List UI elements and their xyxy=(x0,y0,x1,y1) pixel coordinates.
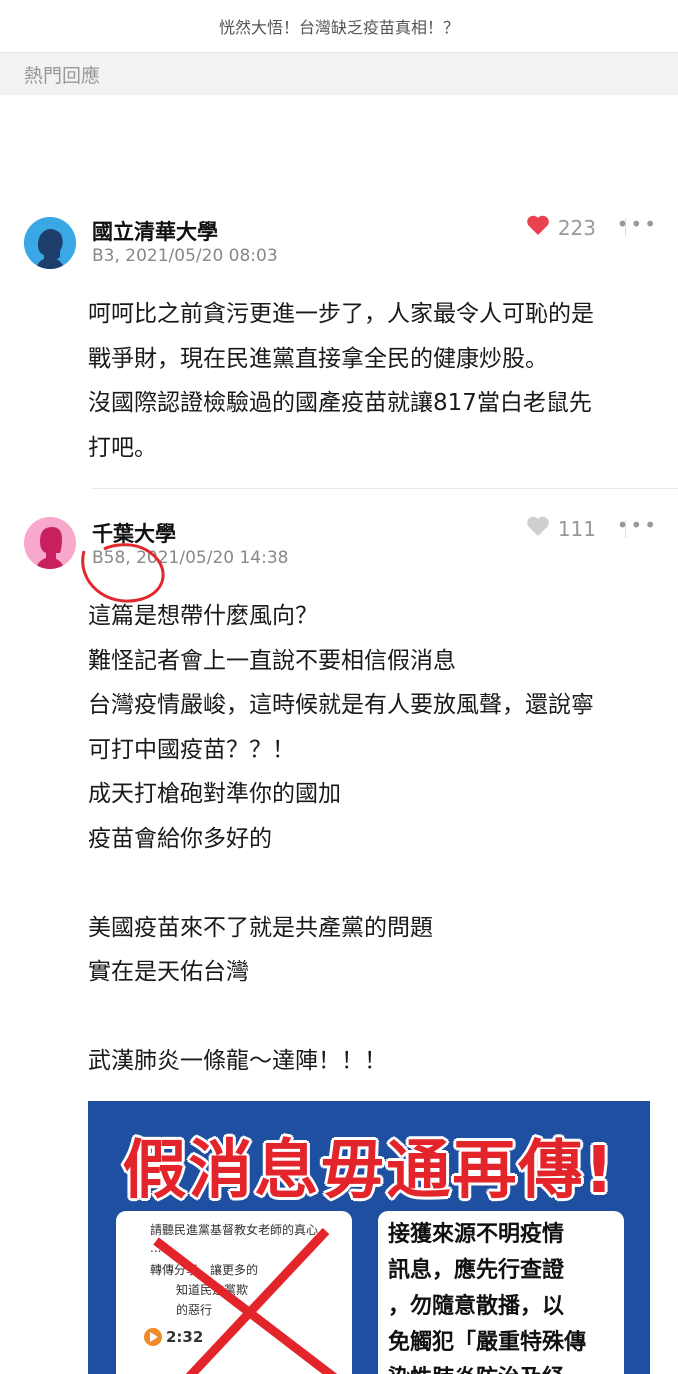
more-options-icon[interactable]: ••• xyxy=(617,212,658,236)
post-line: 美國疫苗來不了就是共產黨的問題 xyxy=(88,914,433,941)
more-options-icon[interactable]: ••• xyxy=(617,513,658,537)
page-header: 恍然大悟！台灣缺乏疫苗真相！？ xyxy=(0,0,678,52)
post-meta: B3, 2021/05/20 08:03 xyxy=(92,246,278,266)
notice-line: 訊息，應先行查證 xyxy=(388,1258,565,1283)
post-line: 成天打槍砲對準你的國加 xyxy=(88,781,341,807)
post-line: 這篇是想帶什麼風向？ xyxy=(88,603,318,629)
notice-line: ，勿隨意散播，以 xyxy=(388,1294,565,1319)
page-title: 恍然大悟！台灣缺乏疫苗真相！？ xyxy=(218,18,459,37)
notice-line: 免觸犯「嚴重特殊傳 xyxy=(388,1330,587,1355)
post-body: 這篇是想帶什麼風向？ 難怪記者會上一直說不要相信假消息 台灣疫情嚴峻，這時候就是… xyxy=(88,594,648,1084)
post-line: 實在是天佑台灣 xyxy=(88,959,249,985)
post-line xyxy=(88,995,648,1040)
post-line: 武漢肺炎一條龍～達陣！！！ xyxy=(88,1048,387,1074)
post-image[interactable]: 假消息毋通再傳! 請聽民進黨基督教女老師的真心 ...... 轉傳分享，讓更多的… xyxy=(88,1101,650,1374)
notice-box: 接獲來源不明疫情 訊息，應先行查證 ，勿隨意散播，以 免觸犯「嚴重特殊傳 染性肺… xyxy=(378,1211,624,1374)
section-label: 熱門回應 xyxy=(24,64,101,87)
post-line: 打吧。 xyxy=(88,434,157,461)
like-count: 223 xyxy=(557,215,596,240)
post-line: 可打中國疫苗？？！ xyxy=(88,736,295,763)
post-line: 戰爭財，現在民進黨直接拿全民的健康炒股。 xyxy=(88,345,548,372)
post-line: 呵呵比之前貪污更進一步了，人家最令人可恥的是 xyxy=(88,301,594,327)
heart-filled-icon xyxy=(526,214,550,241)
post-line xyxy=(88,861,648,906)
chat-screenshot-card: 請聽民進黨基督教女老師的真心 ...... 轉傳分享，讓更多的 知道民進黨欺 的… xyxy=(116,1211,352,1374)
notice-line: 染性肺炎防治及紓 xyxy=(388,1361,616,1374)
heart-outline-icon xyxy=(526,515,550,542)
author-name[interactable]: 國立清華大學 xyxy=(92,216,218,246)
post-line: 沒國際認證檢驗過的國產疫苗就讓817當白老鼠先 xyxy=(88,390,592,416)
post-line: 台灣疫情嚴峻，這時候就是有人要放風聲，還說寧 xyxy=(88,692,594,718)
like-button[interactable]: 111 xyxy=(526,515,596,542)
banner-title: 假消息毋通再傳! xyxy=(122,1134,616,1208)
post-line: 疫苗會給你多好的 xyxy=(88,825,272,852)
avatar-female-icon[interactable] xyxy=(24,517,76,569)
post-body: 呵呵比之前貪污更進一步了，人家最令人可恥的是 戰爭財，現在民進黨直接拿全民的健康… xyxy=(88,292,648,470)
red-cross-icon xyxy=(153,1227,338,1374)
like-button[interactable]: 223 xyxy=(526,214,596,241)
hot-replies-header: 熱門回應 xyxy=(0,52,678,95)
like-count: 111 xyxy=(557,516,596,541)
post-line: 難怪記者會上一直說不要相信假消息 xyxy=(88,647,456,674)
post-divider xyxy=(92,488,678,489)
avatar-male-icon[interactable] xyxy=(24,217,76,269)
notice-line: 接獲來源不明疫情 xyxy=(388,1222,565,1247)
